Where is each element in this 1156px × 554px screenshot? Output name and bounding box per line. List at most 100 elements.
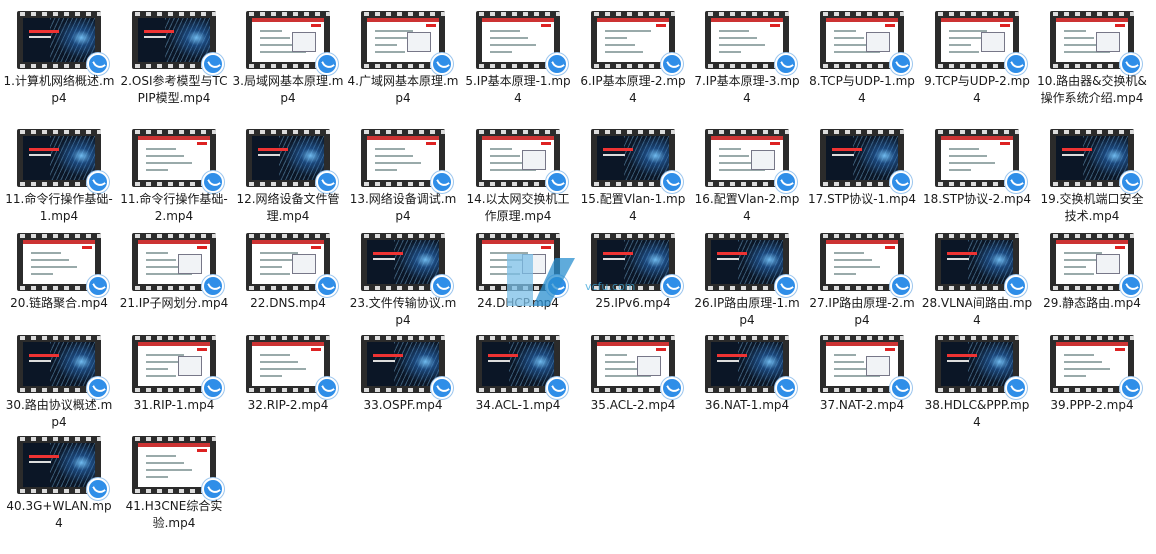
thumbnail-frame bbox=[23, 342, 95, 386]
file-item[interactable]: 4.广域网基本原理.mp4 bbox=[347, 0, 459, 118]
thumbnail-frame bbox=[367, 18, 439, 62]
file-item[interactable]: 21.IP子网划分.mp4 bbox=[118, 222, 230, 340]
file-name: 35.ACL-2.mp4 bbox=[590, 398, 676, 412]
media-player-icon bbox=[546, 171, 568, 193]
media-player-icon bbox=[431, 53, 453, 75]
media-player-icon bbox=[1005, 275, 1027, 297]
file-name: 29.静态路由.mp4 bbox=[1043, 296, 1141, 310]
thumbnail-frame bbox=[711, 240, 783, 284]
thumbnail-frame bbox=[711, 136, 783, 180]
file-item[interactable]: 13.网络设备调试.mp4 bbox=[347, 118, 459, 236]
file-item[interactable]: 9.TCP与UDP-2.mp4 bbox=[921, 0, 1033, 118]
file-name: 9.TCP与UDP-2.mp4 bbox=[924, 74, 1030, 105]
file-item[interactable]: 25.IPv6.mp4 bbox=[577, 222, 689, 340]
file-item[interactable]: 7.IP基本原理-3.mp4 bbox=[691, 0, 803, 118]
media-player-icon bbox=[202, 478, 224, 500]
file-item[interactable]: 24.DHCP.mp4 bbox=[462, 222, 574, 340]
media-player-icon bbox=[1120, 171, 1142, 193]
file-item[interactable]: 34.ACL-1.mp4 bbox=[462, 324, 574, 442]
media-player-icon bbox=[316, 53, 338, 75]
thumbnail-frame bbox=[252, 240, 324, 284]
media-player-icon bbox=[1120, 53, 1142, 75]
file-name: 40.3G+WLAN.mp4 bbox=[6, 499, 112, 530]
thumbnail-frame bbox=[597, 136, 669, 180]
thumbnail-frame bbox=[482, 240, 554, 284]
media-player-icon bbox=[202, 275, 224, 297]
file-item[interactable]: 36.NAT-1.mp4 bbox=[691, 324, 803, 442]
thumbnail-frame bbox=[252, 18, 324, 62]
file-name: 1.计算机网络概述.mp4 bbox=[3, 74, 115, 105]
file-name: 37.NAT-2.mp4 bbox=[819, 398, 905, 412]
media-player-icon bbox=[1005, 53, 1027, 75]
file-item[interactable]: 19.交换机端口安全技术.mp4 bbox=[1036, 118, 1148, 236]
file-item[interactable]: 35.ACL-2.mp4 bbox=[577, 324, 689, 442]
file-item[interactable]: 29.静态路由.mp4 bbox=[1036, 222, 1148, 340]
file-item[interactable]: 41.H3CNE综合实验.mp4 bbox=[118, 425, 230, 543]
file-name: 7.IP基本原理-3.mp4 bbox=[694, 74, 800, 105]
file-item[interactable]: 12.网络设备文件管理.mp4 bbox=[232, 118, 344, 236]
file-item[interactable]: 3.局域网基本原理.mp4 bbox=[232, 0, 344, 118]
file-name: 8.TCP与UDP-1.mp4 bbox=[809, 74, 915, 105]
thumbnail-frame bbox=[367, 342, 439, 386]
media-player-icon bbox=[775, 275, 797, 297]
file-item[interactable]: 28.VLNA间路由.mp4 bbox=[921, 222, 1033, 340]
file-item[interactable]: 11.命令行操作基础-1.mp4 bbox=[3, 118, 115, 236]
thumbnail-frame bbox=[826, 240, 898, 284]
media-player-icon bbox=[661, 171, 683, 193]
file-name: 34.ACL-1.mp4 bbox=[475, 398, 561, 412]
file-name: 19.交换机端口安全技术.mp4 bbox=[1040, 192, 1144, 223]
thumbnail-frame bbox=[711, 342, 783, 386]
file-item[interactable]: 14.以太网交换机工作原理.mp4 bbox=[462, 118, 574, 236]
thumbnail-frame bbox=[23, 136, 95, 180]
media-player-icon bbox=[661, 377, 683, 399]
thumbnail-frame bbox=[482, 342, 554, 386]
file-name: 41.H3CNE综合实验.mp4 bbox=[125, 499, 223, 530]
media-player-icon bbox=[661, 53, 683, 75]
thumbnail-frame bbox=[138, 136, 210, 180]
file-item[interactable]: 40.3G+WLAN.mp4 bbox=[3, 425, 115, 543]
file-item[interactable]: 8.TCP与UDP-1.mp4 bbox=[806, 0, 918, 118]
thumbnail-frame bbox=[252, 136, 324, 180]
file-item[interactable]: 27.IP路由原理-2.mp4 bbox=[806, 222, 918, 340]
file-item[interactable]: 11.命令行操作基础-2.mp4 bbox=[118, 118, 230, 236]
file-item[interactable]: 5.IP基本原理-1.mp4 bbox=[462, 0, 574, 118]
file-item[interactable]: 37.NAT-2.mp4 bbox=[806, 324, 918, 442]
file-item[interactable]: 18.STP协议-2.mp4 bbox=[921, 118, 1033, 236]
file-name: 21.IP子网划分.mp4 bbox=[119, 296, 229, 310]
media-player-icon bbox=[775, 53, 797, 75]
file-item[interactable]: 23.文件传输协议.mp4 bbox=[347, 222, 459, 340]
file-item[interactable]: 15.配置Vlan-1.mp4 bbox=[577, 118, 689, 236]
file-name: 11.命令行操作基础-1.mp4 bbox=[5, 192, 113, 223]
file-item[interactable]: 22.DNS.mp4 bbox=[232, 222, 344, 340]
media-player-icon bbox=[890, 275, 912, 297]
file-item[interactable]: 10.路由器&交换机&操作系统介绍.mp4 bbox=[1036, 0, 1148, 118]
file-item[interactable]: 2.OSI参考模型与TCPIP模型.mp4 bbox=[118, 0, 230, 118]
file-name: 24.DHCP.mp4 bbox=[477, 296, 559, 310]
file-name: 3.局域网基本原理.mp4 bbox=[232, 74, 344, 105]
thumbnail-frame bbox=[597, 18, 669, 62]
file-item[interactable]: 38.HDLC&PPP.mp4 bbox=[921, 324, 1033, 442]
file-item[interactable]: 6.IP基本原理-2.mp4 bbox=[577, 0, 689, 118]
media-player-icon bbox=[775, 377, 797, 399]
media-player-icon bbox=[890, 171, 912, 193]
file-item[interactable]: 26.IP路由原理-1.mp4 bbox=[691, 222, 803, 340]
file-item[interactable]: 20.链路聚合.mp4 bbox=[3, 222, 115, 340]
file-item[interactable]: 1.计算机网络概述.mp4 bbox=[3, 0, 115, 118]
thumbnail-frame bbox=[252, 342, 324, 386]
media-player-icon bbox=[316, 377, 338, 399]
thumbnail-frame bbox=[597, 240, 669, 284]
media-player-icon bbox=[316, 171, 338, 193]
file-item[interactable]: 16.配置Vlan-2.mp4 bbox=[691, 118, 803, 236]
file-name: 13.网络设备调试.mp4 bbox=[349, 192, 457, 223]
thumbnail-frame bbox=[23, 18, 95, 62]
file-name: 39.PPP-2.mp4 bbox=[1050, 398, 1134, 412]
media-player-icon bbox=[1120, 377, 1142, 399]
file-item[interactable]: 33.OSPF.mp4 bbox=[347, 324, 459, 442]
file-item[interactable]: 17.STP协议-1.mp4 bbox=[806, 118, 918, 236]
media-player-icon bbox=[87, 275, 109, 297]
media-player-icon bbox=[202, 53, 224, 75]
file-item[interactable]: 32.RIP-2.mp4 bbox=[232, 324, 344, 442]
media-player-icon bbox=[546, 275, 568, 297]
file-name: 11.命令行操作基础-2.mp4 bbox=[120, 192, 228, 223]
file-item[interactable]: 39.PPP-2.mp4 bbox=[1036, 324, 1148, 442]
